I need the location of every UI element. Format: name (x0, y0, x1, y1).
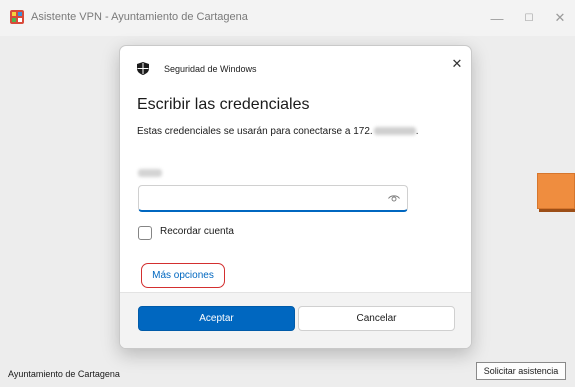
description-prefix: Estas credenciales se usarán para conect… (137, 126, 373, 137)
redacted-username (138, 169, 162, 177)
window-close-button[interactable]: ✕ (545, 6, 575, 30)
credentials-dialog: Seguridad de Windows ✕ Escribir las cred… (119, 45, 472, 349)
minimize-button[interactable]: — (482, 6, 512, 30)
eye-icon[interactable] (388, 194, 400, 203)
more-options-link[interactable]: Más opciones (152, 270, 214, 281)
redacted-address (373, 127, 416, 136)
accept-button[interactable]: Aceptar (138, 306, 295, 331)
window-title: Asistente VPN - Ayuntamiento de Cartagen… (31, 11, 248, 23)
request-assistance-button[interactable]: Solicitar asistencia (476, 362, 566, 380)
maximize-button[interactable]: ☐ (514, 6, 544, 30)
description-suffix: . (415, 126, 419, 137)
window-titlebar: Asistente VPN - Ayuntamiento de Cartagen… (0, 0, 575, 36)
remember-account-checkbox[interactable] (138, 226, 152, 240)
dialog-close-button[interactable]: ✕ (449, 56, 465, 72)
cancel-button[interactable]: Cancelar (298, 306, 455, 331)
orange-action-button[interactable] (537, 173, 575, 209)
footer-label: Ayuntamiento de Cartagena (8, 369, 120, 379)
shield-icon (137, 62, 149, 75)
dialog-heading: Escribir las credenciales (137, 96, 310, 113)
remember-account-label[interactable]: Recordar cuenta (160, 226, 234, 237)
vpn-app-icon (10, 10, 24, 24)
dialog-description: Estas credenciales se usarán para conect… (137, 126, 418, 137)
password-field[interactable] (138, 185, 408, 212)
more-options-highlight: Más opciones (141, 263, 225, 288)
security-title: Seguridad de Windows (164, 64, 257, 74)
